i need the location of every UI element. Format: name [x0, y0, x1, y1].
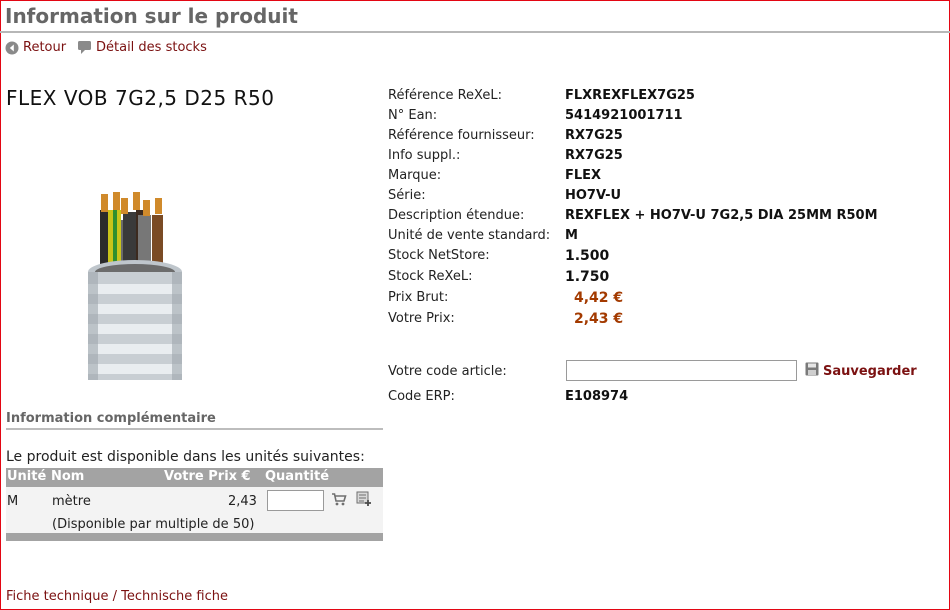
back-link[interactable]: Retour — [5, 40, 66, 55]
unit-value: M — [565, 228, 578, 243]
page-title: Information sur le produit — [5, 4, 298, 28]
col-header-unit: Unité — [7, 469, 47, 484]
gross-price-label: Prix Brut: — [388, 290, 449, 305]
floppy-disk-icon — [805, 362, 819, 380]
product-name: FLEX VOB 7G2,5 D25 R50 — [6, 86, 275, 110]
stock-netstore-label: Stock NetStore: — [388, 248, 490, 263]
description-label: Description étendue: — [388, 208, 525, 223]
stock-detail-link[interactable]: Détail des stocks — [77, 40, 207, 55]
row-name: mètre — [52, 494, 91, 509]
erp-label: Code ERP: — [388, 389, 455, 404]
description-value: REXFLEX + HO7V-U 7G2,5 DIA 25MM R50M — [565, 208, 878, 223]
units-table-footer — [6, 533, 383, 541]
tech-sheet-link[interactable]: Fiche technique / Technische fiche — [6, 589, 228, 604]
col-header-price: Votre Prix € — [164, 469, 251, 484]
row-multiple-note: (Disponible par multiple de 50) — [52, 517, 255, 532]
cable-product-image — [88, 192, 182, 380]
row-price: 2,43 — [228, 494, 257, 509]
ref-supplier-label: Référence fournisseur: — [388, 128, 535, 143]
speech-bubble-icon — [77, 40, 92, 55]
stock-rexel-value: 1.750 — [565, 269, 610, 285]
erp-value: E108974 — [565, 389, 629, 404]
ref-rexel-label: Référence ReXeL: — [388, 88, 502, 103]
save-button-label: Sauvegarder — [823, 363, 917, 379]
brand-label: Marque: — [388, 168, 442, 183]
unit-label: Unité de vente standard: — [388, 228, 551, 243]
info-suppl-label: Info suppl.: — [388, 148, 461, 163]
stock-rexel-label: Stock ReXeL: — [388, 269, 473, 284]
info-suppl-value: RX7G25 — [565, 148, 623, 163]
your-price-value: 2,43 € — [574, 311, 624, 327]
save-button[interactable]: Sauvegarder — [805, 362, 917, 380]
stock-detail-label: Détail des stocks — [96, 40, 207, 55]
ref-rexel-value: FLXREXFLEX7G25 — [565, 88, 695, 103]
series-value: HO7V-U — [565, 188, 622, 203]
availability-text: Le produit est disponible dans les unité… — [6, 449, 365, 465]
units-table-header: Unité Nom Votre Prix € Quantité — [6, 468, 383, 487]
article-code-input[interactable] — [566, 360, 797, 381]
ean-label: N° Ean: — [388, 108, 438, 123]
add-to-list-icon[interactable] — [356, 491, 372, 511]
ref-supplier-value: RX7G25 — [565, 128, 623, 143]
ean-value: 5414921001711 — [565, 108, 683, 123]
quantity-input[interactable] — [267, 490, 324, 511]
complementary-info-title: Information complémentaire — [6, 411, 216, 426]
series-label: Série: — [388, 188, 426, 203]
row-unit: M — [7, 494, 19, 509]
col-header-quantity: Quantité — [265, 469, 330, 484]
gross-price-value: 4,42 € — [574, 290, 624, 306]
col-header-name: Nom — [51, 469, 85, 484]
stock-netstore-value: 1.500 — [565, 248, 610, 264]
add-to-cart-icon[interactable] — [331, 491, 347, 511]
back-link-label: Retour — [23, 40, 67, 55]
brand-value: FLEX — [565, 168, 602, 183]
title-divider — [0, 31, 950, 33]
article-code-label: Votre code article: — [388, 364, 507, 379]
back-arrow-icon — [5, 41, 19, 55]
your-price-label: Votre Prix: — [388, 311, 455, 326]
complementary-divider — [6, 428, 383, 430]
